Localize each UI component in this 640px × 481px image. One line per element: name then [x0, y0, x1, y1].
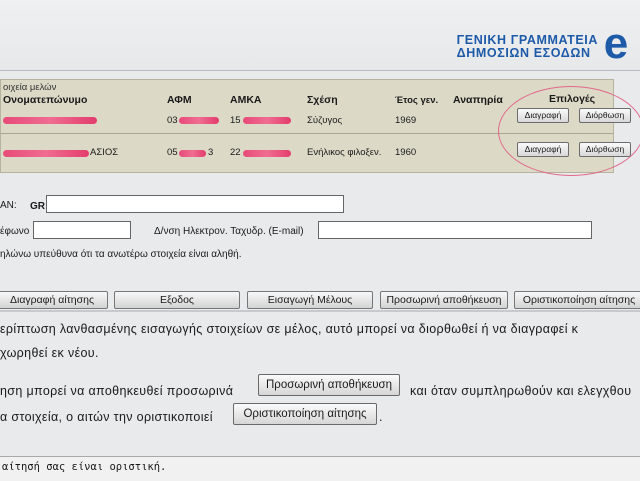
exit-button[interactable]: Εξοδος — [114, 291, 240, 309]
buttons-divider — [0, 310, 640, 312]
members-caption: οιχεία μελών — [3, 82, 57, 93]
column-header-name: Ονοματεπώνυμο — [3, 94, 88, 106]
column-header-year: Έτος γεν. — [395, 95, 439, 106]
redacted-name — [3, 117, 97, 124]
column-header-relation: Σχέση — [307, 94, 338, 106]
status-bar: αίτησή σας είναι οριστική. — [0, 456, 640, 481]
agency-logo-text: ΓΕΝΙΚΗ ΓΡΑΜΜΑΤΕΙΑ ΔΗΜΟΣΙΩΝ ΕΣΟΔΩΝ — [457, 34, 598, 60]
highlight-circle — [498, 86, 640, 176]
redacted-amka — [243, 150, 291, 157]
help-line-4a: α στοιχεία, ο αιτών την οριστικοποιεί — [0, 410, 213, 424]
header-divider — [0, 70, 640, 71]
help-line-1: ερίπτωση λανθασμένης εισαγωγής στοιχείων… — [0, 322, 579, 336]
redacted-amka — [243, 117, 291, 124]
e-logo-icon: e — [603, 19, 629, 68]
column-header-disability: Αναπηρία — [453, 94, 503, 106]
amka-cell: 15 — [230, 115, 241, 126]
iban-label: AN: — [0, 200, 17, 211]
inline-temp-save-button[interactable]: Προσωρινή αποθήκευση — [258, 374, 400, 396]
relation-cell: Σύζυγος — [307, 115, 343, 126]
redacted-afm — [179, 150, 206, 157]
logo-line-2: ΔΗΜΟΣΙΩΝ ΕΣΟΔΩΝ — [456, 46, 591, 60]
add-member-button[interactable]: Εισαγωγή Μέλους — [247, 291, 373, 309]
name-cell-suffix: ΑΣΙΟΣ — [90, 147, 119, 158]
iban-prefix: GR — [30, 201, 45, 212]
finalize-application-button[interactable]: Οριστικοποίηση αίτησης — [514, 291, 640, 309]
help-line-4b: . — [379, 410, 383, 424]
redacted-afm — [179, 117, 219, 124]
help-line-3b: και όταν συμπληρωθούν και ελεγχθου — [410, 384, 632, 398]
page-header: ΓΕΝΙΚΗ ΓΡΑΜΜΑΤΕΙΑ ΔΗΜΟΣΙΩΝ ΕΣΟΔΩΝ e — [0, 0, 640, 70]
iban-input[interactable] — [46, 195, 344, 213]
phone-label: έφωνο — [0, 226, 30, 237]
afm-cell: 05 — [167, 147, 178, 158]
column-header-afm: ΑΦΜ — [167, 94, 192, 106]
declaration-text: ηλώνω υπεύθυνα ότι τα ανωτέρω στοιχεία ε… — [0, 249, 242, 260]
amka-cell: 22 — [230, 147, 241, 158]
delete-application-button[interactable]: Διαγραφή αίτησης — [0, 291, 108, 309]
help-line-3a: ηση μπορεί να αποθηκευθεί προσωρινά — [0, 384, 234, 398]
phone-input[interactable] — [33, 221, 131, 239]
column-header-amka: ΑΜΚΑ — [230, 94, 262, 106]
inline-finalize-button[interactable]: Οριστικοποίηση αίτησης — [233, 403, 377, 425]
temp-save-button[interactable]: Προσωρινή αποθήκευση — [380, 291, 508, 309]
help-line-2: χωρηθεί εκ νέου. — [0, 346, 99, 360]
afm-cell-suffix: 3 — [208, 147, 214, 158]
year-cell: 1969 — [395, 115, 417, 126]
afm-cell: 03 — [167, 115, 178, 126]
year-cell: 1960 — [395, 147, 417, 158]
email-input[interactable] — [318, 221, 592, 239]
email-label: Δ/νση Ηλεκτρον. Ταχυδρ. (E-mail) — [154, 226, 304, 237]
redacted-name — [3, 150, 89, 157]
status-text: αίτησή σας είναι οριστική. — [2, 461, 167, 473]
relation-cell: Ενήλικος φιλοξεν. — [307, 147, 382, 158]
